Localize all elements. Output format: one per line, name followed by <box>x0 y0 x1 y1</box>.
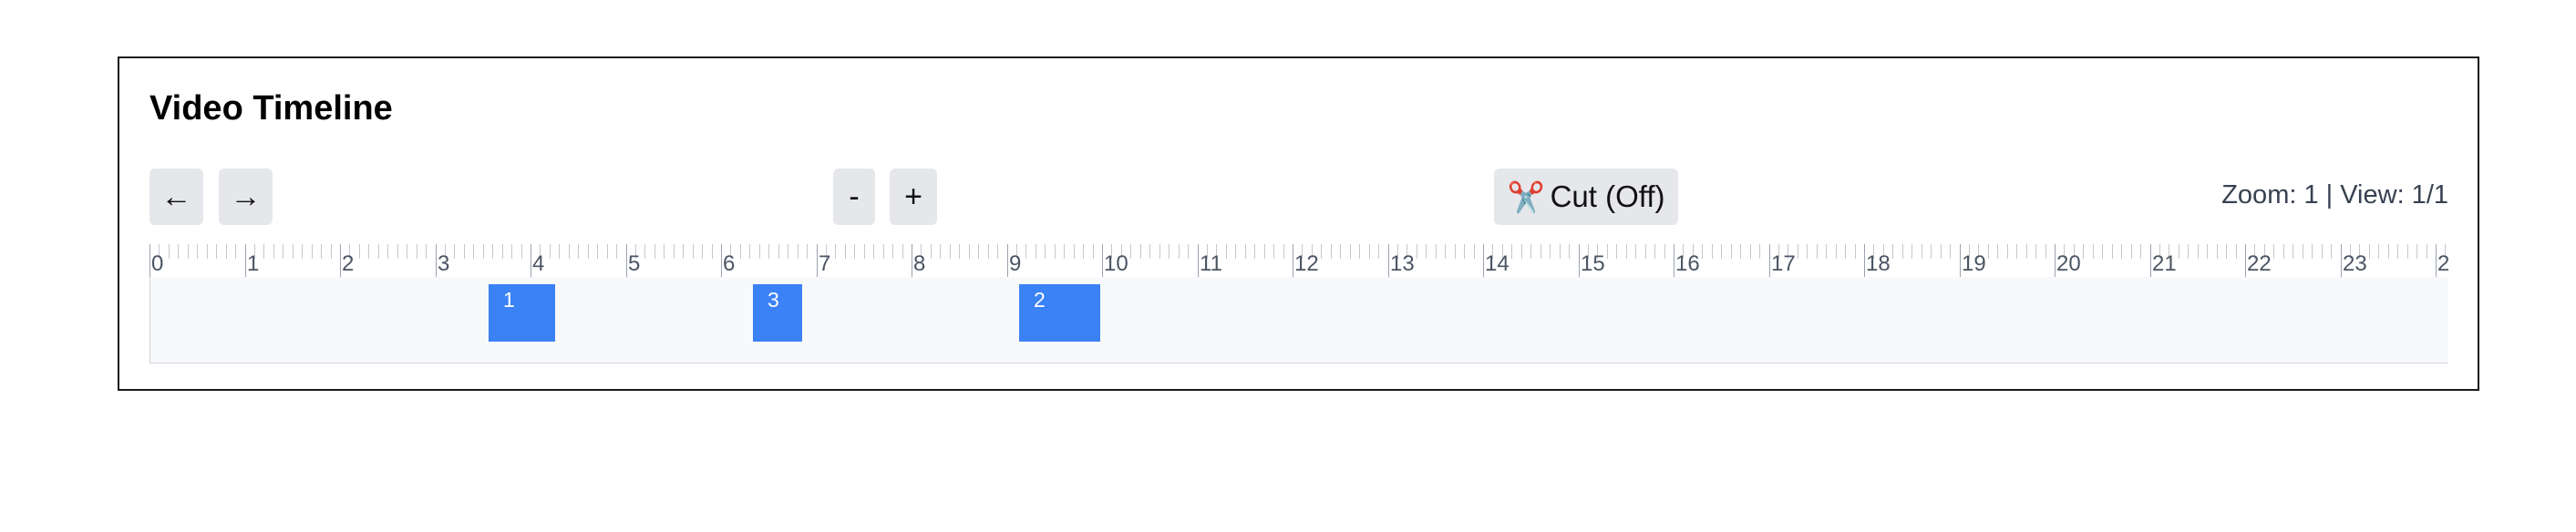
ruler-label: 0 <box>151 251 164 276</box>
ruler-label: 24 <box>2437 253 2448 275</box>
pan-right-button[interactable]: → <box>219 169 273 225</box>
ruler-label: 17 <box>1771 251 1796 276</box>
zoom-out-button[interactable]: - <box>833 169 875 225</box>
ruler-label: 2 <box>342 251 355 276</box>
pan-left-button[interactable]: ← <box>149 169 203 225</box>
ruler-label: 6 <box>723 251 736 276</box>
cut-toggle-button[interactable]: ✂️ Cut (Off) <box>1494 169 1678 225</box>
cut-toggle-label: Cut (Off) <box>1550 179 1665 213</box>
ruler-label: 4 <box>532 251 545 276</box>
ruler-label: 3 <box>438 251 450 276</box>
ruler-label: 22 <box>2247 251 2272 276</box>
ruler-label: 21 <box>2152 251 2177 276</box>
scissors-icon: ✂️ <box>1507 179 1545 214</box>
zoom-in-button[interactable]: + <box>890 169 937 225</box>
clip-1[interactable]: 1 <box>489 284 555 342</box>
time-ruler[interactable]: 0123456789101112131415161718192021222324 <box>149 244 2448 279</box>
ruler-label: 14 <box>1485 251 1510 276</box>
ruler-label: 11 <box>1200 251 1222 276</box>
ruler-label: 15 <box>1581 251 1605 276</box>
ruler-label: 10 <box>1104 251 1128 276</box>
ruler-label: 12 <box>1294 251 1319 276</box>
ruler-label: 1 <box>247 251 260 276</box>
video-timeline-panel: Video Timeline ← → - + ✂️ Cut (Off) Zoom… <box>118 56 2479 391</box>
ruler-label: 5 <box>628 251 641 276</box>
zoom-view-status: Zoom: 1 | View: 1/1 <box>2221 180 2448 210</box>
clip-3[interactable]: 3 <box>753 284 802 342</box>
ruler-label: 20 <box>2056 251 2081 276</box>
ruler-label: 23 <box>2343 251 2367 276</box>
ruler-label: 7 <box>819 251 831 276</box>
ruler-label: 16 <box>1675 251 1700 276</box>
arrow-left-icon: ← <box>160 179 192 214</box>
panel-title: Video Timeline <box>149 89 393 128</box>
ruler-label: 8 <box>913 251 926 276</box>
ruler-label: 18 <box>1866 251 1891 276</box>
clip-2[interactable]: 2 <box>1019 284 1100 342</box>
ruler-label: 9 <box>1009 251 1022 276</box>
arrow-right-icon: → <box>230 179 262 214</box>
ruler-label: 13 <box>1390 251 1415 276</box>
ruler-label: 19 <box>1962 251 1986 276</box>
timeline-track[interactable]: 1 3 2 <box>149 277 2448 363</box>
